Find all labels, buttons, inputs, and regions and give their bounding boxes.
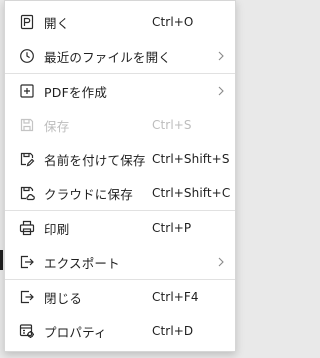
shortcut-label: Ctrl+O xyxy=(152,15,194,29)
menu-item-label: エクスポート xyxy=(44,255,120,271)
window-edge xyxy=(0,250,3,270)
menu-item-close[interactable]: 閉じる Ctrl+F4 xyxy=(5,280,235,314)
menu-item-label: クラウドに保存 xyxy=(44,186,133,202)
shortcut-label: Ctrl+Shift+C xyxy=(152,186,231,200)
cloud-save-icon xyxy=(18,184,36,202)
menu-item-save-as[interactable]: 名前を付けて保存 Ctrl+Shift+S xyxy=(5,142,235,176)
save-icon xyxy=(18,116,36,134)
shortcut-label: Ctrl+Shift+S xyxy=(152,152,230,166)
menu-item-label: 最近のファイルを開く xyxy=(44,49,172,65)
file-menu: 開く Ctrl+O 最近のファイルを開く PDFを作成 保存 Ctrl+S 名前… xyxy=(4,0,236,352)
add-box-icon xyxy=(18,82,36,100)
menu-item-label: 名前を付けて保存 xyxy=(44,152,146,168)
menu-item-label: 開く xyxy=(44,15,70,31)
save-as-icon xyxy=(18,150,36,168)
shortcut-label: Ctrl+P xyxy=(152,221,192,235)
menu-item-label: PDFを作成 xyxy=(44,84,108,100)
menu-item-save-to-cloud[interactable]: クラウドに保存 Ctrl+Shift+C xyxy=(5,176,235,210)
menu-item-print[interactable]: 印刷 Ctrl+P xyxy=(5,211,235,245)
clock-icon xyxy=(18,47,36,65)
properties-icon xyxy=(18,322,36,340)
chevron-right-icon xyxy=(218,86,224,96)
shortcut-label: Ctrl+D xyxy=(152,324,194,338)
printer-icon xyxy=(18,219,36,237)
export-icon xyxy=(18,253,36,271)
close-document-icon xyxy=(18,288,36,306)
menu-item-create-pdf[interactable]: PDFを作成 xyxy=(5,74,235,108)
chevron-right-icon xyxy=(218,51,224,61)
menu-item-recent-files[interactable]: 最近のファイルを開く xyxy=(5,39,235,73)
chevron-right-icon xyxy=(218,257,224,267)
shortcut-label: Ctrl+F4 xyxy=(152,290,199,304)
menu-item-label: 印刷 xyxy=(44,221,70,237)
menu-item-open[interactable]: 開く Ctrl+O xyxy=(5,5,235,39)
menu-item-label: 閉じる xyxy=(44,290,83,306)
shortcut-label: Ctrl+S xyxy=(152,118,192,132)
menu-item-label: プロパティ xyxy=(44,324,107,340)
open-icon xyxy=(18,13,36,31)
menu-item-export[interactable]: エクスポート xyxy=(5,245,235,279)
menu-item-save[interactable]: 保存 Ctrl+S xyxy=(5,108,235,142)
menu-item-label: 保存 xyxy=(44,118,70,134)
menu-item-properties[interactable]: プロパティ Ctrl+D xyxy=(5,314,235,348)
